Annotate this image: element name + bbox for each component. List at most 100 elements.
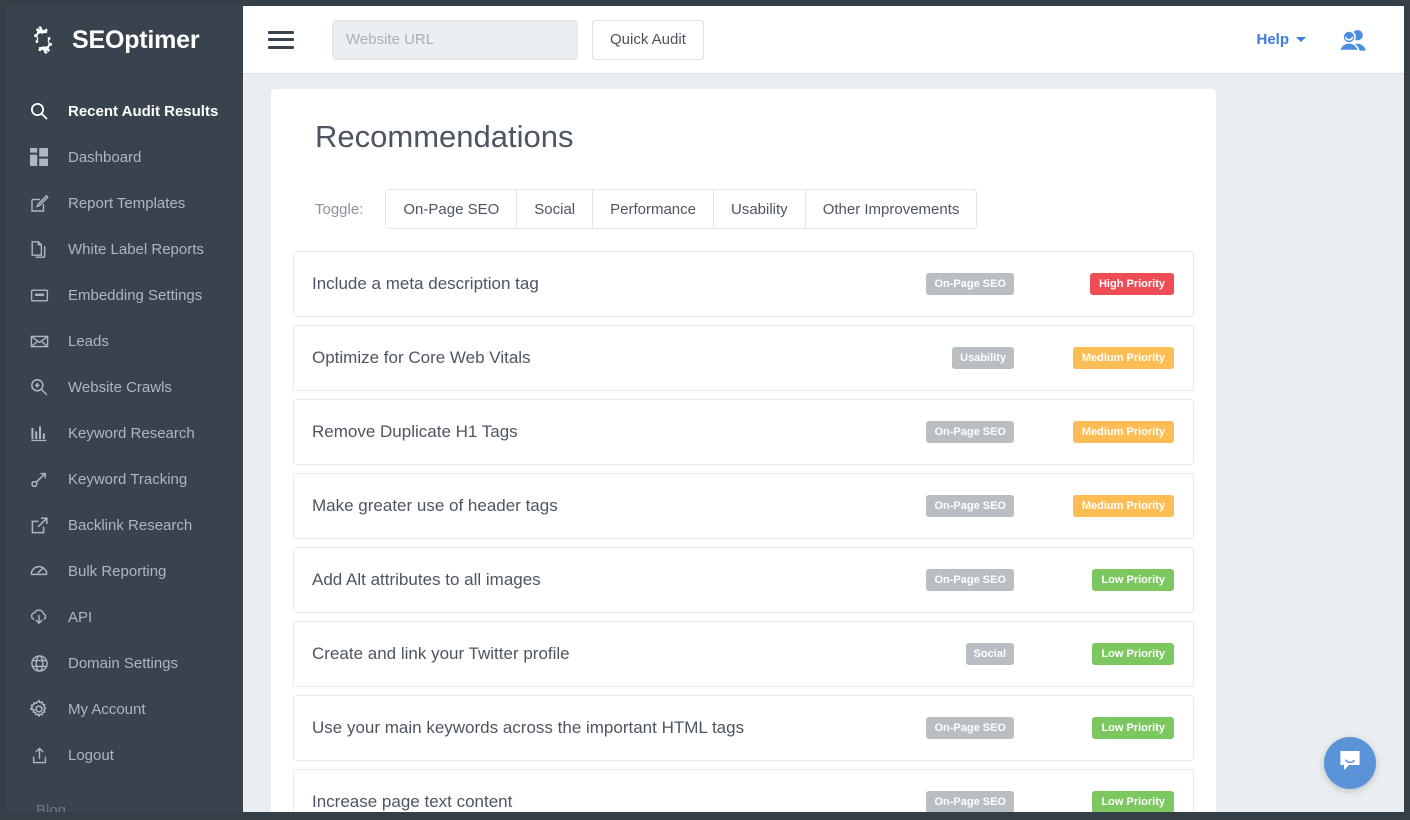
sidebar-item-label: Bulk Reporting (68, 563, 166, 580)
sidebar-item-label: Domain Settings (68, 655, 178, 672)
sidebar-item-recent-audit-results[interactable]: Recent Audit Results (6, 88, 243, 134)
sidebar-item-white-label-reports[interactable]: White Label Reports (6, 226, 243, 272)
sidebar-item-report-templates[interactable]: Report Templates (6, 180, 243, 226)
recommendation-row[interactable]: Increase page text content On-Page SEO L… (293, 769, 1194, 812)
priority-slot: Low Priority (1014, 791, 1174, 812)
priority-badge: Low Priority (1092, 569, 1174, 591)
top-bar-right: Help (1256, 28, 1368, 52)
sidebar-item-domain-settings[interactable]: Domain Settings (6, 640, 243, 686)
priority-slot: Medium Priority (1014, 495, 1174, 517)
category-badge: Social (966, 643, 1014, 665)
recommendation-row[interactable]: Use your main keywords across the import… (293, 695, 1194, 761)
trend-arrow-icon (28, 468, 50, 490)
sidebar-item-leads[interactable]: Leads (6, 318, 243, 364)
sidebar-item-my-account[interactable]: My Account (6, 686, 243, 732)
sidebar-item-label: Dashboard (68, 149, 141, 166)
sidebar-item-label: Keyword Tracking (68, 471, 187, 488)
priority-badge: Low Priority (1092, 643, 1174, 665)
sidebar-item-logout[interactable]: Logout (6, 732, 243, 778)
embed-box-icon (28, 284, 50, 306)
copy-documents-icon (28, 238, 50, 260)
recommendation-title: Include a meta description tag (312, 274, 926, 294)
sidebar-item-label: Logout (68, 747, 114, 764)
dashboard-grid-icon (28, 146, 50, 168)
priority-badge: Low Priority (1092, 717, 1174, 739)
bar-chart-icon (28, 422, 50, 444)
globe-icon (28, 652, 50, 674)
tab-on-page-seo[interactable]: On-Page SEO (385, 189, 517, 229)
cloud-download-icon (28, 606, 50, 628)
category-badge: On-Page SEO (926, 569, 1014, 591)
sidebar-item-api[interactable]: API (6, 594, 243, 640)
sidebar-footer-link-blog[interactable]: Blog (36, 796, 243, 812)
edit-pencil-icon (28, 192, 50, 214)
chat-bubble-smile-icon (1337, 748, 1363, 779)
sidebar-item-label: Embedding Settings (68, 287, 202, 304)
sidebar-nav: Recent Audit Results Dashboard (6, 88, 243, 778)
recommendations-list: Include a meta description tag On-Page S… (293, 251, 1194, 812)
priority-slot: Medium Priority (1014, 347, 1174, 369)
priority-slot: High Priority (1014, 273, 1174, 295)
recommendation-row[interactable]: Optimize for Core Web Vitals Usability M… (293, 325, 1194, 391)
sidebar-item-label: Keyword Research (68, 425, 195, 442)
category-badge: On-Page SEO (926, 717, 1014, 739)
quick-audit-button[interactable]: Quick Audit (592, 20, 704, 60)
tab-usability[interactable]: Usability (714, 189, 806, 229)
sidebar-item-embedding-settings[interactable]: Embedding Settings (6, 272, 243, 318)
recommendation-title: Use your main keywords across the import… (312, 718, 926, 738)
priority-slot: Low Priority (1014, 717, 1174, 739)
priority-badge: Medium Priority (1073, 421, 1174, 443)
recommendation-row[interactable]: Remove Duplicate H1 Tags On-Page SEO Med… (293, 399, 1194, 465)
sidebar-item-bulk-reporting[interactable]: Bulk Reporting (6, 548, 243, 594)
envelope-icon (28, 330, 50, 352)
recommendation-title: Increase page text content (312, 792, 926, 812)
recommendation-row[interactable]: Include a meta description tag On-Page S… (293, 251, 1194, 317)
page-title: Recommendations (315, 119, 1194, 155)
hamburger-menu-icon[interactable] (268, 29, 294, 51)
recommendation-title: Create and link your Twitter profile (312, 644, 966, 664)
brand-name: SEOptimer (72, 26, 199, 55)
recommendation-title: Optimize for Core Web Vitals (312, 348, 952, 368)
top-bar: Quick Audit Help (243, 6, 1404, 74)
website-url-input[interactable] (332, 20, 578, 60)
tab-performance[interactable]: Performance (593, 189, 714, 229)
priority-slot: Medium Priority (1014, 421, 1174, 443)
sidebar-item-dashboard[interactable]: Dashboard (6, 134, 243, 180)
priority-badge: Medium Priority (1073, 495, 1174, 517)
priority-slot: Low Priority (1014, 643, 1174, 665)
sidebar: SEOptimer Recent Audit Results (6, 6, 243, 812)
priority-slot: Low Priority (1014, 569, 1174, 591)
help-label: Help (1256, 31, 1289, 48)
gauge-icon (28, 560, 50, 582)
external-link-icon (28, 514, 50, 536)
recommendation-title: Make greater use of header tags (312, 496, 926, 516)
sidebar-footer: Blog (6, 796, 243, 812)
tab-other-improvements[interactable]: Other Improvements (806, 189, 978, 229)
gears-logo-icon (24, 21, 62, 59)
sidebar-item-keyword-research[interactable]: Keyword Research (6, 410, 243, 456)
brand-logo[interactable]: SEOptimer (6, 6, 243, 74)
recommendation-row[interactable]: Add Alt attributes to all images On-Page… (293, 547, 1194, 613)
category-toggle-group: On-Page SEO Social Performance Usability… (385, 189, 977, 229)
screenshot-frame: SEOptimer Recent Audit Results (0, 0, 1410, 820)
category-badge: On-Page SEO (926, 273, 1014, 295)
recommendation-row[interactable]: Create and link your Twitter profile Soc… (293, 621, 1194, 687)
priority-badge: Low Priority (1092, 791, 1174, 812)
help-dropdown[interactable]: Help (1256, 31, 1306, 48)
recommendation-title: Add Alt attributes to all images (312, 570, 926, 590)
sidebar-item-label: Leads (68, 333, 109, 350)
category-badge: Usability (952, 347, 1014, 369)
users-group-icon[interactable] (1338, 28, 1368, 52)
chat-launcher-button[interactable] (1324, 737, 1376, 789)
tab-social[interactable]: Social (517, 189, 593, 229)
recommendation-row[interactable]: Make greater use of header tags On-Page … (293, 473, 1194, 539)
sidebar-item-keyword-tracking[interactable]: Keyword Tracking (6, 456, 243, 502)
gear-icon (28, 698, 50, 720)
sidebar-item-website-crawls[interactable]: Website Crawls (6, 364, 243, 410)
sidebar-item-label: White Label Reports (68, 241, 204, 258)
logout-upload-icon (28, 744, 50, 766)
chevron-down-icon (1296, 37, 1306, 42)
sidebar-item-label: Report Templates (68, 195, 185, 212)
sidebar-item-label: Backlink Research (68, 517, 192, 534)
sidebar-item-backlink-research[interactable]: Backlink Research (6, 502, 243, 548)
